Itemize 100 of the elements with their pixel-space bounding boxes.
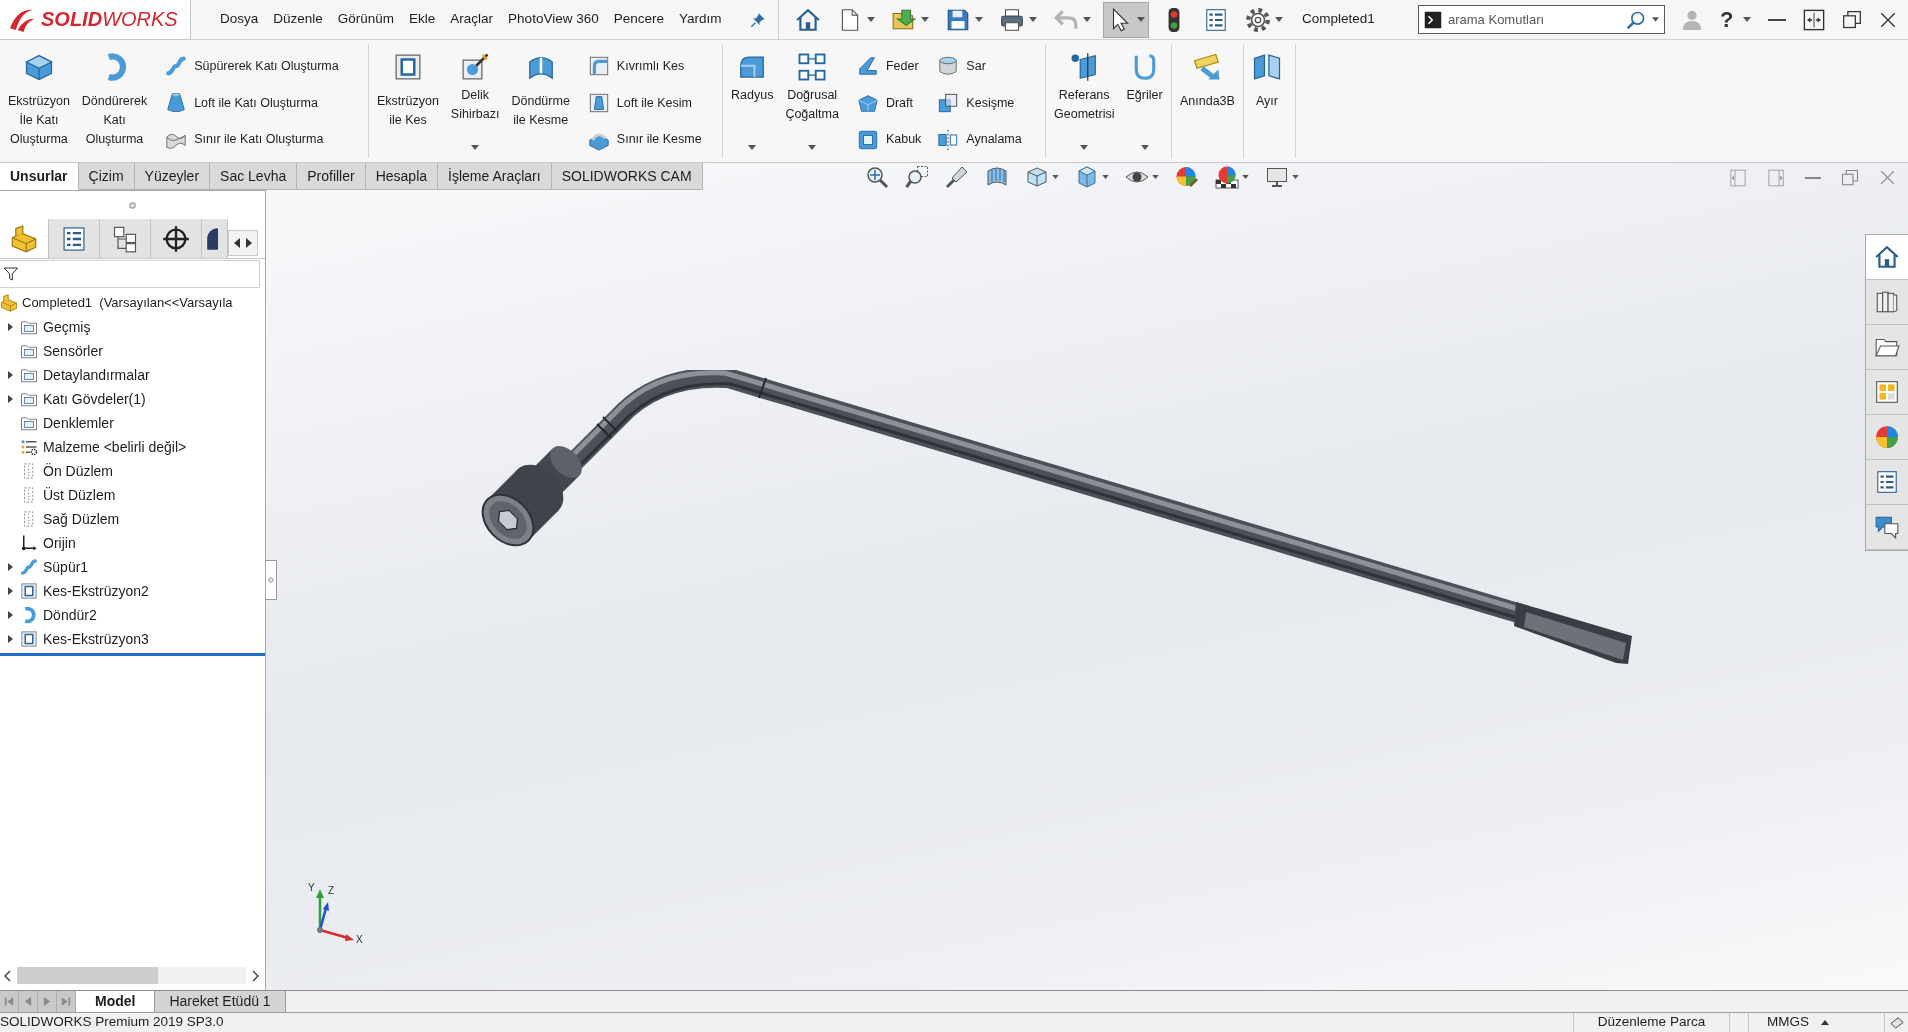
ribbon-button[interactable]: Ekstrüzyon İle Katı Oluşturma (2, 44, 76, 158)
tree-item[interactable]: Geçmiş (43, 316, 91, 338)
view-toolbar-button[interactable] (904, 164, 929, 189)
caret-down-icon (1291, 174, 1299, 179)
menu-item[interactable]: Düzenle (273, 9, 323, 30)
caret-down-icon (867, 17, 875, 22)
tab[interactable]: Sac Levha (210, 163, 298, 190)
panel-tab[interactable] (49, 219, 100, 258)
pin-icon[interactable] (750, 11, 766, 28)
panel-tab[interactable] (100, 219, 151, 258)
ribbon-button[interactable]: Anında3B (1174, 44, 1241, 158)
tab[interactable]: Hareket Etüdü 1 (155, 991, 286, 1012)
panel-collapse-handle[interactable] (266, 560, 277, 600)
tree-item[interactable]: Ön Düzlem (43, 460, 114, 482)
units-selector[interactable]: MMGS (1767, 1012, 1809, 1032)
ribbon-button[interactable]: Eğriler (1120, 44, 1169, 158)
tab[interactable]: Unsurlar (0, 163, 79, 190)
chevron-right-icon[interactable] (252, 969, 259, 982)
caret-down-icon[interactable] (1652, 17, 1659, 22)
caret-right-icon[interactable] (7, 587, 13, 595)
ribbon-button[interactable]: Delik Sihirbazı (444, 44, 506, 158)
ribbon-button[interactable]: Döndürme ile Kesme (505, 44, 576, 158)
tree-item[interactable]: Döndür2 (43, 604, 97, 626)
tab[interactable]: Yüzeyler (134, 163, 211, 190)
tab[interactable]: SOLIDWORKS CAM (551, 163, 703, 190)
panel-tab[interactable] (202, 219, 228, 258)
panel-tab[interactable] (151, 219, 202, 258)
tree-item[interactable]: Kes-Ekstrüzyon3 (43, 628, 149, 650)
tree-item[interactable]: Katı Gövdeler(1) (43, 388, 146, 410)
tree-item[interactable]: Üst Düzlem (43, 484, 116, 506)
view-toolbar-button[interactable] (944, 164, 969, 189)
square-frame-icon (20, 630, 38, 648)
ribbon-button[interactable]: Kesişme (933, 84, 1026, 122)
ribbon-button[interactable]: Döndürerek Katı Oluşturma (75, 44, 154, 158)
menu-item[interactable]: PhotoView 360 (508, 9, 599, 30)
ribbon-button[interactable]: Sar (933, 48, 1026, 85)
ribbon-button[interactable]: Radyus (725, 44, 780, 158)
chevron-left-icon[interactable] (4, 969, 11, 982)
view-toolbar-button[interactable] (1214, 164, 1249, 189)
view-toolbar-button[interactable] (1174, 164, 1199, 189)
ribbon-button[interactable]: Kabuk (852, 121, 926, 158)
tab[interactable]: Profiller (297, 163, 366, 190)
caret-right-icon[interactable] (246, 238, 252, 248)
ribbon-button[interactable]: Draft (852, 84, 926, 122)
restore-icon[interactable] (1842, 9, 1863, 30)
tab[interactable]: Hesapla (365, 163, 439, 190)
ribbon-button[interactable]: Ekstrüzyon ile Kes (371, 44, 445, 158)
ribbon-button[interactable]: Süpürerek Katı Oluşturma (161, 48, 343, 85)
ribbon-button[interactable]: Aynalama (933, 121, 1026, 158)
caret-right-icon[interactable] (7, 395, 13, 403)
tree-item[interactable]: Denklemler (43, 412, 114, 434)
funnel-icon[interactable] (3, 266, 19, 282)
caret-left-icon[interactable] (234, 238, 240, 248)
scrollbar-thumb[interactable] (17, 967, 158, 984)
caret-right-icon[interactable] (7, 563, 13, 571)
caret-up-icon[interactable] (1821, 1020, 1829, 1025)
tree-item[interactable]: Sensörler (43, 340, 103, 362)
scrollbar-track[interactable] (17, 967, 246, 984)
help-button[interactable]: ? (1720, 8, 1752, 31)
ribbon-button[interactable]: Kıvrımlı Kes (583, 48, 706, 85)
ribbon-button[interactable]: Doğrusal Çoğaltma (779, 44, 845, 158)
ribbon-button[interactable]: Sınır ile Kesme (583, 121, 706, 158)
ribbon-button[interactable]: Feder (852, 48, 926, 85)
skip-end-icon (61, 996, 71, 1007)
ribbon-button[interactable]: Loft ile Kesim (583, 84, 706, 122)
caret-right-icon[interactable] (7, 635, 13, 643)
caret-right-icon[interactable] (7, 371, 13, 379)
ribbon-button[interactable]: Referans Geometrisi (1048, 44, 1121, 158)
view-toolbar-button[interactable] (864, 164, 889, 189)
tree-item[interactable]: Completed1 (Varsayılan<<Varsayıla (22, 293, 233, 313)
ribbon-button[interactable]: Loft ile Katı Oluşturma (161, 84, 343, 122)
tree-item[interactable]: Malzeme <belirli değil> (43, 436, 187, 458)
menu-item[interactable]: Pencere (613, 9, 664, 30)
tree-item[interactable]: Süpür1 (43, 556, 89, 578)
ribbon-button[interactable]: Sınır ile Katı Oluşturma (161, 121, 343, 158)
tree-item[interactable]: Kes-Ekstrüzyon2 (43, 580, 149, 602)
search-box[interactable]: arama Komutları (1418, 5, 1665, 34)
menu-item[interactable]: Ekle (409, 9, 436, 30)
close-icon[interactable] (1879, 10, 1898, 29)
task-pane-tab[interactable] (1866, 235, 1908, 280)
menu-item[interactable]: Araçlar (450, 9, 494, 30)
search-field[interactable]: arama Komutları (1448, 7, 1620, 32)
caret-right-icon[interactable] (7, 323, 13, 331)
tilted-block-icon[interactable] (1889, 1015, 1904, 1030)
tab[interactable]: İşleme Araçları (438, 163, 552, 190)
minimize-icon[interactable] (1768, 18, 1787, 21)
toolbar-button[interactable] (1103, 1, 1149, 38)
menu-item[interactable]: Görünüm (337, 9, 395, 30)
tab[interactable]: Çizim (78, 163, 135, 190)
ribbon-button[interactable]: Ayır (1245, 44, 1288, 158)
menu-item[interactable]: Dosya (220, 9, 259, 30)
tab[interactable]: Model (76, 991, 156, 1012)
caret-right-icon[interactable] (7, 611, 13, 619)
tree-item[interactable]: Detaylandırmalar (43, 364, 150, 386)
tree-item[interactable]: Sağ Düzlem (43, 508, 120, 530)
search-icon[interactable] (1626, 9, 1646, 30)
menu-item[interactable]: Yardım (679, 9, 722, 30)
grip-dot-icon[interactable] (129, 201, 136, 209)
split-arrows-icon[interactable] (1803, 8, 1826, 31)
tree-item[interactable]: Orijin (43, 532, 76, 554)
